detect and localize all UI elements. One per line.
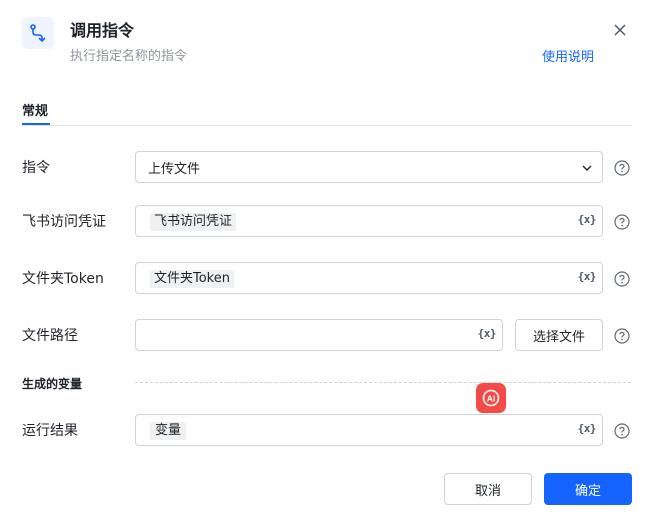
dialog-subtitle: 执行指定名称的指令 — [70, 49, 188, 64]
run-result-help-icon[interactable] — [614, 423, 630, 439]
variable-icon[interactable]: {x} — [578, 422, 597, 435]
variable-icon[interactable]: {x} — [578, 213, 597, 226]
chevron-down-icon — [580, 160, 594, 174]
credential-variable-chip: 飞书访问凭证 — [150, 213, 237, 231]
file-path-label: 文件路径 — [22, 328, 78, 344]
variable-icon[interactable]: {x} — [478, 327, 497, 340]
choose-file-button[interactable]: 选择文件 — [515, 319, 603, 351]
credential-input[interactable]: 飞书访问凭证 {x} — [135, 205, 603, 237]
ai-icon-label: AI — [487, 394, 496, 404]
folder-token-help-icon[interactable] — [614, 271, 630, 287]
file-path-input[interactable]: {x} — [135, 319, 503, 351]
file-path-help-icon[interactable] — [614, 328, 630, 344]
folder-token-label: 文件夹Token — [22, 271, 104, 287]
folder-token-input[interactable]: 文件夹Token {x} — [135, 262, 603, 294]
section-divider — [135, 382, 631, 383]
tab-divider — [22, 125, 632, 126]
generated-variables-title: 生成的变量 — [22, 377, 83, 391]
ai-icon: AI — [482, 389, 500, 407]
confirm-button[interactable]: 确定 — [544, 473, 632, 505]
command-help-icon[interactable] — [614, 160, 630, 176]
credential-label: 飞书访问凭证 — [22, 214, 106, 230]
credential-help-icon[interactable] — [614, 214, 630, 230]
command-label: 指令 — [22, 160, 50, 176]
command-flow-icon — [22, 17, 54, 49]
tab-general[interactable]: 常规 — [22, 100, 48, 119]
tab-active-indicator — [22, 123, 50, 125]
run-result-label: 运行结果 — [22, 423, 78, 439]
close-icon[interactable] — [610, 20, 630, 40]
variable-icon[interactable]: {x} — [578, 270, 597, 283]
command-select-value: 上传文件 — [148, 162, 201, 177]
cancel-button[interactable]: 取消 — [444, 473, 532, 505]
command-select[interactable]: 上传文件 — [135, 151, 603, 183]
run-result-input[interactable]: 变量 {x} — [135, 414, 603, 446]
folder-token-variable-chip: 文件夹Token — [150, 270, 234, 288]
usage-help-link[interactable]: 使用说明 — [542, 46, 594, 65]
ai-assistant-button[interactable]: AI — [476, 383, 506, 413]
dialog-title: 调用指令 — [70, 21, 135, 40]
run-result-variable-chip: 变量 — [150, 422, 187, 440]
